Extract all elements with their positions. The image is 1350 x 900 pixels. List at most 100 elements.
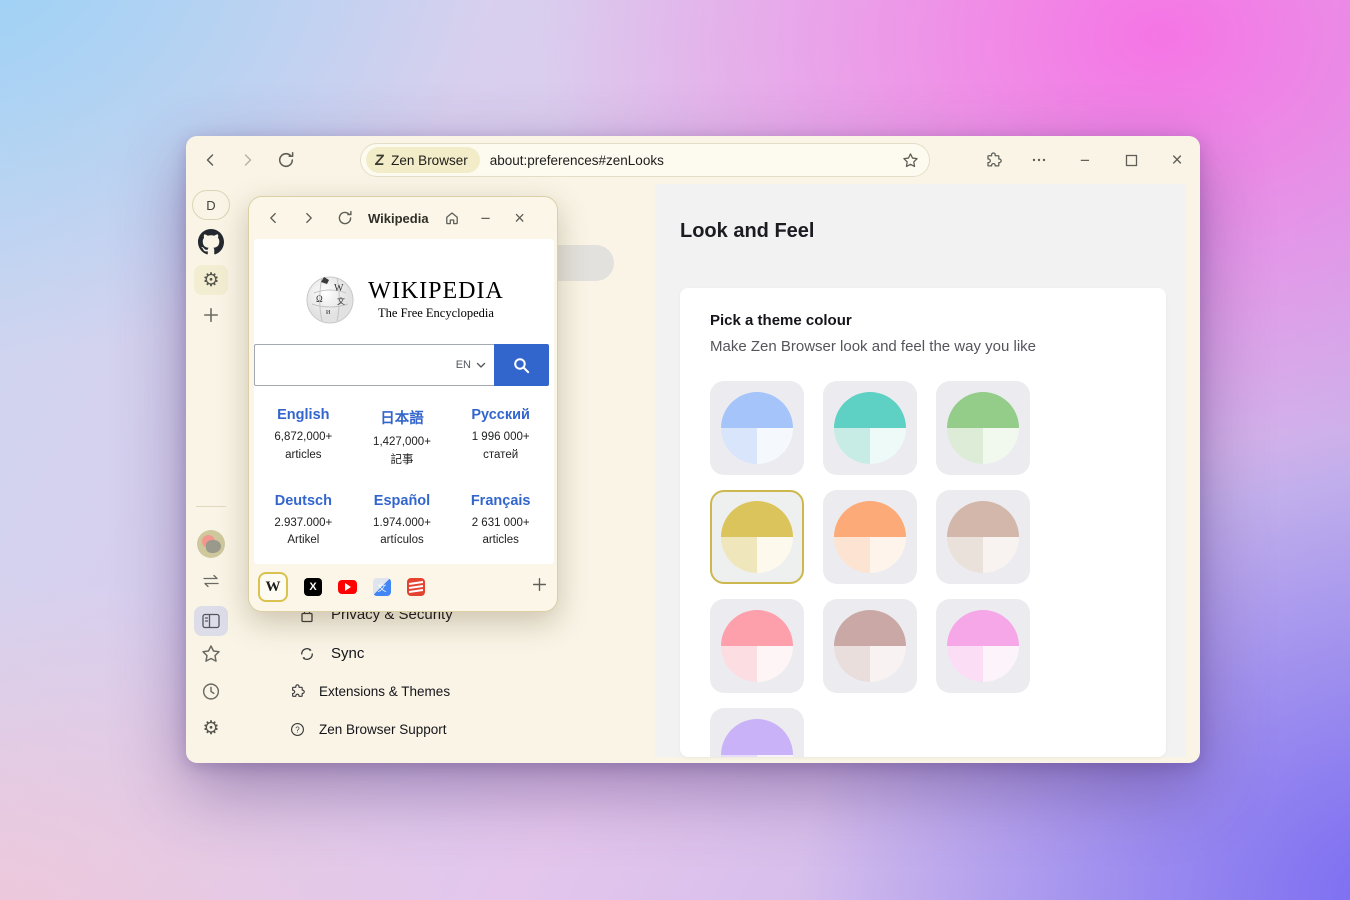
wiki-language-link[interactable]: 日本語 [353,407,452,428]
forward-icon [302,211,316,225]
theme-swatch-tan[interactable] [936,490,1030,584]
toggle-sidebar-button[interactable] [194,606,228,636]
glance-minimize-button[interactable]: − [473,205,499,231]
wikipedia-language-selector[interactable]: EN [456,359,486,371]
menu-label: Zen Browser Support [319,722,447,737]
theme-pie-gold [721,501,793,573]
wiki-language-count: 1 996 000+статей [451,429,550,465]
tab-todoist[interactable] [407,578,425,596]
tab-youtube[interactable] [338,580,357,594]
theme-pie-blue [721,392,793,464]
url-text[interactable]: about:preferences#zenLooks [490,153,902,168]
close-icon: × [514,209,525,227]
x-logo-icon: X [309,581,316,593]
svg-text:文: 文 [337,296,345,306]
url-bar[interactable]: Z Zen Browser about:preferences#zenLooks [360,143,930,177]
workspace-profile-button[interactable]: D [192,190,230,220]
theme-swatch-teal[interactable] [823,381,917,475]
wikipedia-globe-icon: W Ω 文 и [304,273,356,325]
theme-swatch-mauve[interactable] [823,599,917,693]
bookmark-star-button[interactable] [902,152,919,169]
reload-icon [337,210,353,226]
browser-toolbar: Z Zen Browser about:preferences#zenLooks… [186,136,1200,184]
theme-pie-mauve [834,610,906,682]
wiki-language-link[interactable]: Français [451,493,550,509]
forward-button[interactable] [233,145,263,175]
glance-tabstrip: W X 文 [249,563,557,611]
wiki-language-link[interactable]: English [254,407,353,423]
glance-reload-button[interactable] [332,205,358,231]
minimize-icon: − [481,210,491,227]
back-button[interactable] [195,145,225,175]
glance-add-tab-button[interactable] [531,576,548,598]
wiki-language-link[interactable]: Español [353,493,452,509]
pinned-tab-github[interactable] [198,229,224,255]
puzzle-icon [985,152,1002,169]
new-tab-button[interactable] [202,306,220,324]
tab-translate[interactable]: 文 [373,578,391,596]
extensions-button[interactable] [978,145,1008,175]
theme-pie-pink [721,610,793,682]
clock-icon [202,682,221,701]
theme-pie-green [947,392,1019,464]
glance-close-button[interactable]: × [507,205,533,231]
glance-back-button[interactable] [260,205,286,231]
workspace-switch-button[interactable] [201,572,221,590]
theme-swatch-grid [710,381,1136,757]
svg-text:и: и [326,307,331,316]
tab-wikipedia-active[interactable]: W [258,572,288,602]
account-avatar[interactable] [197,530,225,558]
settings-menu-item-extensions[interactable]: Extensions & Themes [288,684,450,699]
pinned-tab-settings-active[interactable]: ⚙ [194,265,228,295]
site-identity-chip[interactable]: Z Zen Browser [366,147,480,173]
settings-content-panel: Look and Feel Pick a theme colour Make Z… [655,184,1186,757]
glance-home-button[interactable] [439,205,465,231]
theme-swatch-gold[interactable] [710,490,804,584]
wiki-language-link[interactable]: Deutsch [254,493,353,509]
theme-swatch-pink[interactable] [710,599,804,693]
toolbar-right-cluster: − × [978,145,1192,175]
rail-divider [196,506,226,507]
theme-pie-orange [834,501,906,573]
main-content: Privacy & Security Sync Extensions & The… [236,184,1200,763]
maximize-button[interactable] [1116,145,1146,175]
wiki-language-count: 6,872,000+articles [254,429,353,465]
theme-swatch-magenta[interactable] [936,599,1030,693]
wikipedia-favicon: W [266,579,281,596]
reload-button[interactable] [271,145,301,175]
theme-swatch-purple[interactable] [710,708,804,757]
theme-swatch-orange[interactable] [823,490,917,584]
close-icon: × [1171,151,1182,170]
theme-pie-purple [721,719,793,757]
glance-forward-button[interactable] [296,205,322,231]
theme-swatch-blue[interactable] [710,381,804,475]
wikipedia-search-button[interactable] [494,344,549,386]
settings-menu-item-sync[interactable]: Sync [298,645,364,662]
wiki-language-cell: Deutsch2.937.000+Artikel [254,493,353,551]
menu-label: Sync [331,645,364,662]
close-button[interactable]: × [1162,145,1192,175]
settings-button[interactable]: ⚙ [202,719,219,738]
svg-text:?: ? [295,725,300,734]
theme-card-subheading: Make Zen Browser look and feel the way y… [710,338,1136,355]
tab-x[interactable]: X [304,578,322,596]
wiki-language-link[interactable]: Русский [451,407,550,423]
settings-search-field[interactable] [558,245,614,281]
wiki-language-cell: English 6,872,000+articles [254,407,353,470]
theme-card: Pick a theme colour Make Zen Browser loo… [680,288,1166,757]
settings-menu-item-support[interactable]: ? Zen Browser Support [288,722,447,737]
puzzle-icon [288,684,306,699]
history-button[interactable] [202,682,221,701]
minimize-icon: − [1080,152,1090,169]
bookmarks-button[interactable] [201,644,221,664]
wikipedia-search-input[interactable]: EN [254,344,494,386]
theme-swatch-green[interactable] [936,381,1030,475]
minimize-button[interactable]: − [1070,145,1100,175]
github-icon [198,229,224,255]
wikipedia-wordmark: WIKIPEDIA [368,278,504,305]
chevron-down-icon [476,362,486,369]
forward-icon [240,152,256,168]
page-title: Look and Feel [680,220,814,243]
app-menu-button[interactable] [1024,145,1054,175]
wiki-language-count: 2 631 000+articles [451,515,550,551]
